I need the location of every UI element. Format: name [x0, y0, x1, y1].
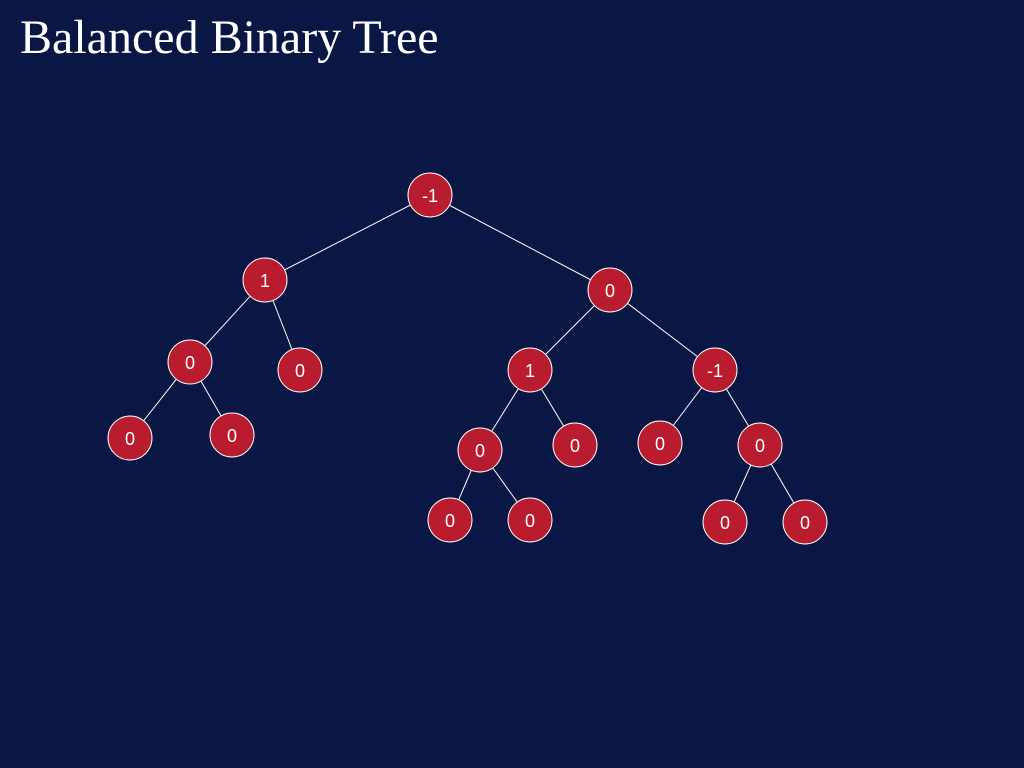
tree-node-label: 0 [800, 513, 810, 533]
tree-node-label: 1 [525, 361, 535, 381]
tree-node-label: -1 [422, 186, 438, 206]
tree-edge [265, 195, 430, 280]
tree-node-label: 0 [655, 434, 665, 454]
tree-node-label: 0 [125, 429, 135, 449]
tree-node: 0 [738, 423, 782, 467]
tree-node: 0 [508, 498, 552, 542]
tree-node-label: 1 [260, 271, 270, 291]
tree-node: 0 [553, 423, 597, 467]
tree-node: 0 [108, 416, 152, 460]
tree-node: 1 [508, 348, 552, 392]
tree-diagram: -1 1 0 0 0 1 -1 0 0 0 0 0 0 0 0 0 0 [0, 0, 1024, 768]
tree-node-label: 0 [295, 361, 305, 381]
tree-node: -1 [408, 173, 452, 217]
tree-node-label: -1 [707, 361, 723, 381]
tree-node-label: 0 [475, 441, 485, 461]
tree-node: 1 [243, 258, 287, 302]
tree-node: 0 [783, 500, 827, 544]
tree-node: 0 [458, 428, 502, 472]
tree-node-label: 0 [185, 353, 195, 373]
tree-node-label: 0 [227, 426, 237, 446]
tree-node-label: 0 [445, 511, 455, 531]
tree-node-label: 0 [605, 281, 615, 301]
tree-node-label: 0 [755, 436, 765, 456]
tree-node: 0 [703, 500, 747, 544]
tree-node: -1 [693, 348, 737, 392]
tree-node: 0 [278, 348, 322, 392]
tree-node: 0 [428, 498, 472, 542]
tree-node: 0 [210, 413, 254, 457]
tree-node: 0 [588, 268, 632, 312]
tree-node-label: 0 [720, 513, 730, 533]
tree-node-label: 0 [570, 436, 580, 456]
tree-node: 0 [168, 340, 212, 384]
tree-node: 0 [638, 421, 682, 465]
tree-edge [430, 195, 610, 290]
tree-node-label: 0 [525, 511, 535, 531]
